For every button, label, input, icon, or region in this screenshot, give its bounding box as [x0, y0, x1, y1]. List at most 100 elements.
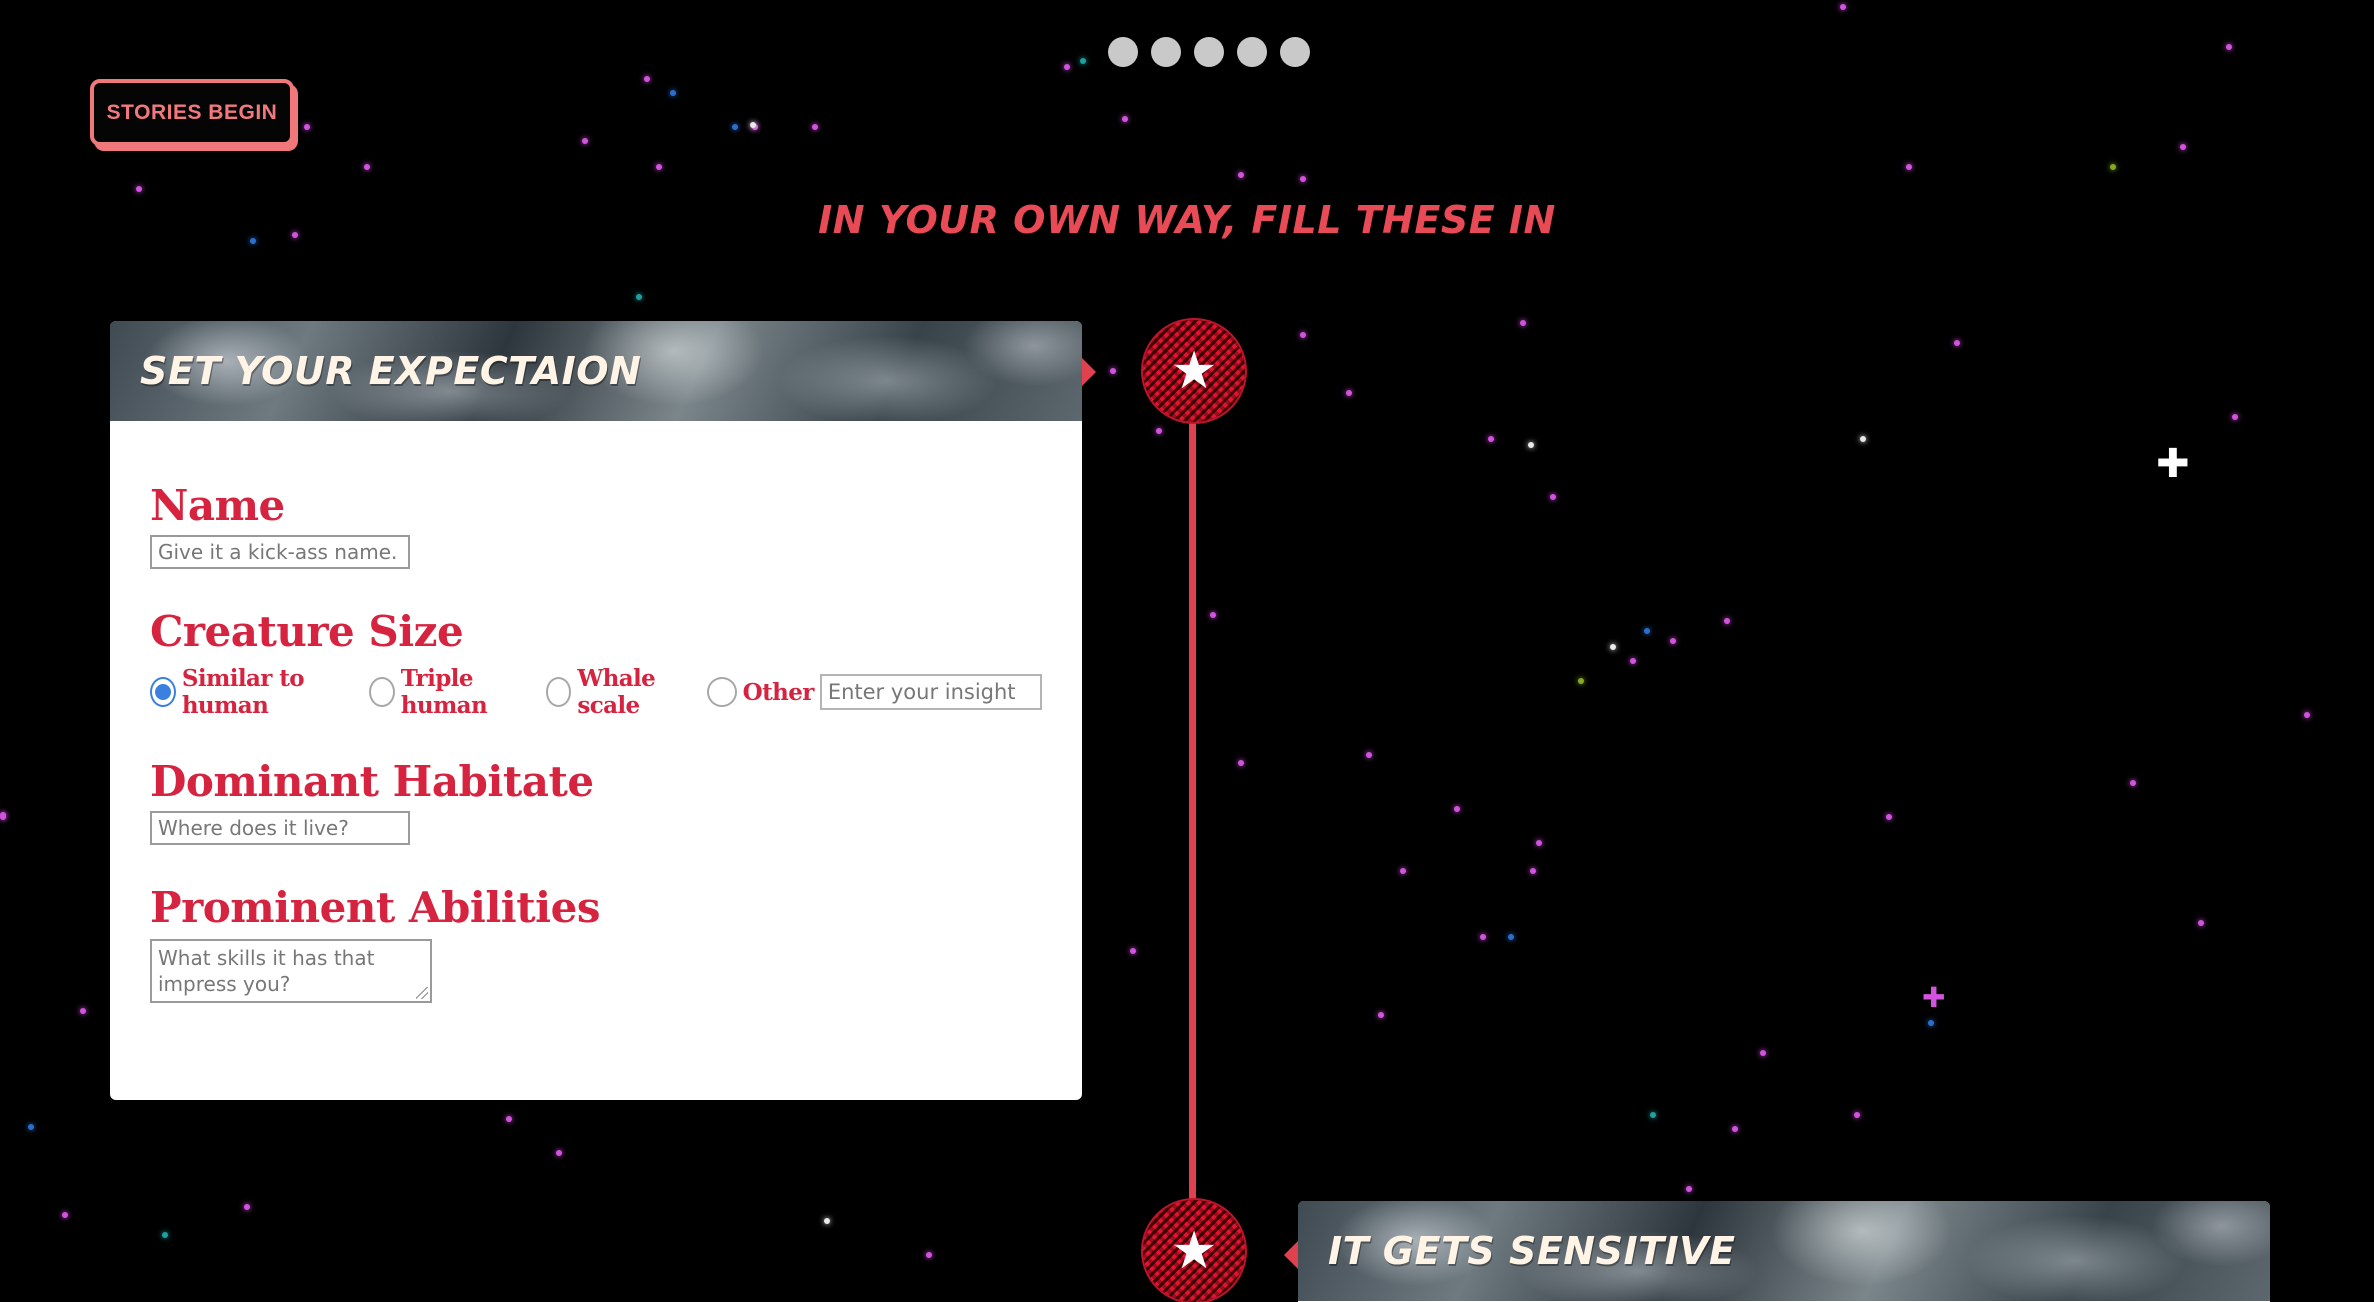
star [670, 90, 676, 96]
star [1508, 934, 1514, 940]
star [2304, 712, 2310, 718]
radio-label: Triple human [400, 665, 488, 719]
star [1550, 494, 1556, 500]
star [1630, 658, 1636, 664]
star [1300, 332, 1306, 338]
star [1528, 442, 1534, 448]
star [824, 1218, 830, 1224]
star-icon: ★ [1170, 1221, 1218, 1281]
star [1238, 760, 1244, 766]
stories-begin-button[interactable]: STORIES BEGIN [90, 79, 294, 146]
sparkle-icon: ✚ [1922, 981, 1946, 1014]
star [244, 1204, 250, 1210]
abilities-placeholder: What skills it has that impress you? [158, 946, 375, 996]
star [1156, 428, 1162, 434]
star [1210, 612, 1216, 618]
star [1886, 814, 1892, 820]
radio-button-checked[interactable] [150, 677, 176, 707]
star [1536, 840, 1542, 846]
radio-button[interactable] [545, 677, 572, 707]
star [1122, 116, 1128, 122]
radio-whale-scale[interactable]: Whale scale [545, 665, 701, 719]
other-insight-input[interactable]: Enter your insight [819, 674, 1043, 710]
star [1488, 436, 1494, 442]
card-body: Name Give it a kick-ass name. Creature S… [110, 421, 1082, 1003]
star [732, 124, 738, 130]
star [1670, 638, 1676, 644]
star [636, 294, 642, 300]
star [28, 1124, 34, 1130]
star [304, 124, 310, 130]
star [1080, 58, 1086, 64]
star [1578, 678, 1584, 684]
star [1840, 4, 1846, 10]
star-icon: ★ [1170, 341, 1218, 401]
star [1644, 628, 1650, 634]
pager-dot[interactable] [1237, 37, 1267, 67]
resize-grip-icon[interactable] [416, 987, 428, 999]
star [582, 138, 588, 144]
star [1954, 340, 1960, 346]
card-header: IT GETS SENSITIVE [1298, 1201, 2270, 1301]
card-pointer-arrow [1082, 358, 1096, 386]
star [812, 124, 818, 130]
star [644, 76, 650, 82]
star [2226, 44, 2232, 50]
star [1928, 1020, 1934, 1026]
star [162, 1232, 168, 1238]
creature-size-label: Creature Size [150, 607, 464, 656]
radio-similar-to-human[interactable]: Similar to human [150, 665, 363, 719]
star [1686, 1186, 1692, 1192]
star [1400, 868, 1406, 874]
name-input[interactable]: Give it a kick-ass name. [150, 535, 410, 569]
star [2110, 164, 2116, 170]
star [1454, 806, 1460, 812]
star [2198, 920, 2204, 926]
creature-size-field-group: Creature Size Similar to human Triple hu… [150, 607, 1043, 719]
star [1854, 1112, 1860, 1118]
abilities-label: Prominent Abilities [150, 883, 600, 932]
card-header: SET YOUR EXPECTAION [110, 321, 1082, 421]
star [556, 1150, 562, 1156]
abilities-field-group: Prominent Abilities What skills it has t… [150, 883, 1042, 1003]
star [80, 1008, 86, 1014]
abilities-textarea[interactable]: What skills it has that impress you? [150, 939, 432, 1003]
habitat-label: Dominant Habitate [150, 757, 594, 806]
card-title: SET YOUR EXPECTAION [140, 349, 642, 393]
slide-pager [1108, 37, 1310, 67]
pager-dot[interactable] [1108, 37, 1138, 67]
star [2232, 414, 2238, 420]
star [1860, 436, 1866, 442]
star [0, 814, 6, 820]
name-label: Name [150, 481, 285, 530]
pager-dot[interactable] [1151, 37, 1181, 67]
star [1732, 1126, 1738, 1132]
radio-label: Whale scale [577, 665, 656, 719]
pager-dot[interactable] [1194, 37, 1224, 67]
star [1300, 176, 1306, 182]
star [136, 186, 142, 192]
radio-label: Other [742, 678, 815, 706]
page: ✚ ✚ STORIES BEGIN IN YOUR OWN WAY, FILL … [0, 0, 2374, 1302]
radio-other[interactable]: Other [706, 677, 815, 707]
star [656, 164, 662, 170]
radio-button[interactable] [368, 677, 395, 707]
star [62, 1212, 68, 1218]
pager-dot[interactable] [1280, 37, 1310, 67]
star [1378, 1012, 1384, 1018]
star [750, 122, 756, 128]
star [1530, 868, 1536, 874]
star [1130, 948, 1136, 954]
radio-triple-human[interactable]: Triple human [368, 665, 540, 719]
radio-button[interactable] [706, 677, 737, 707]
star [364, 164, 370, 170]
card-pointer-arrow [1284, 1241, 1298, 1269]
star [2130, 780, 2136, 786]
star [1366, 752, 1372, 758]
timeline-node-2: ★ [1143, 1200, 1245, 1302]
star [1064, 64, 1070, 70]
star [1650, 1112, 1656, 1118]
habitat-input[interactable]: Where does it live? [150, 811, 410, 845]
page-headline: IN YOUR OWN WAY, FILL THESE IN [818, 198, 1556, 242]
star [1480, 934, 1486, 940]
